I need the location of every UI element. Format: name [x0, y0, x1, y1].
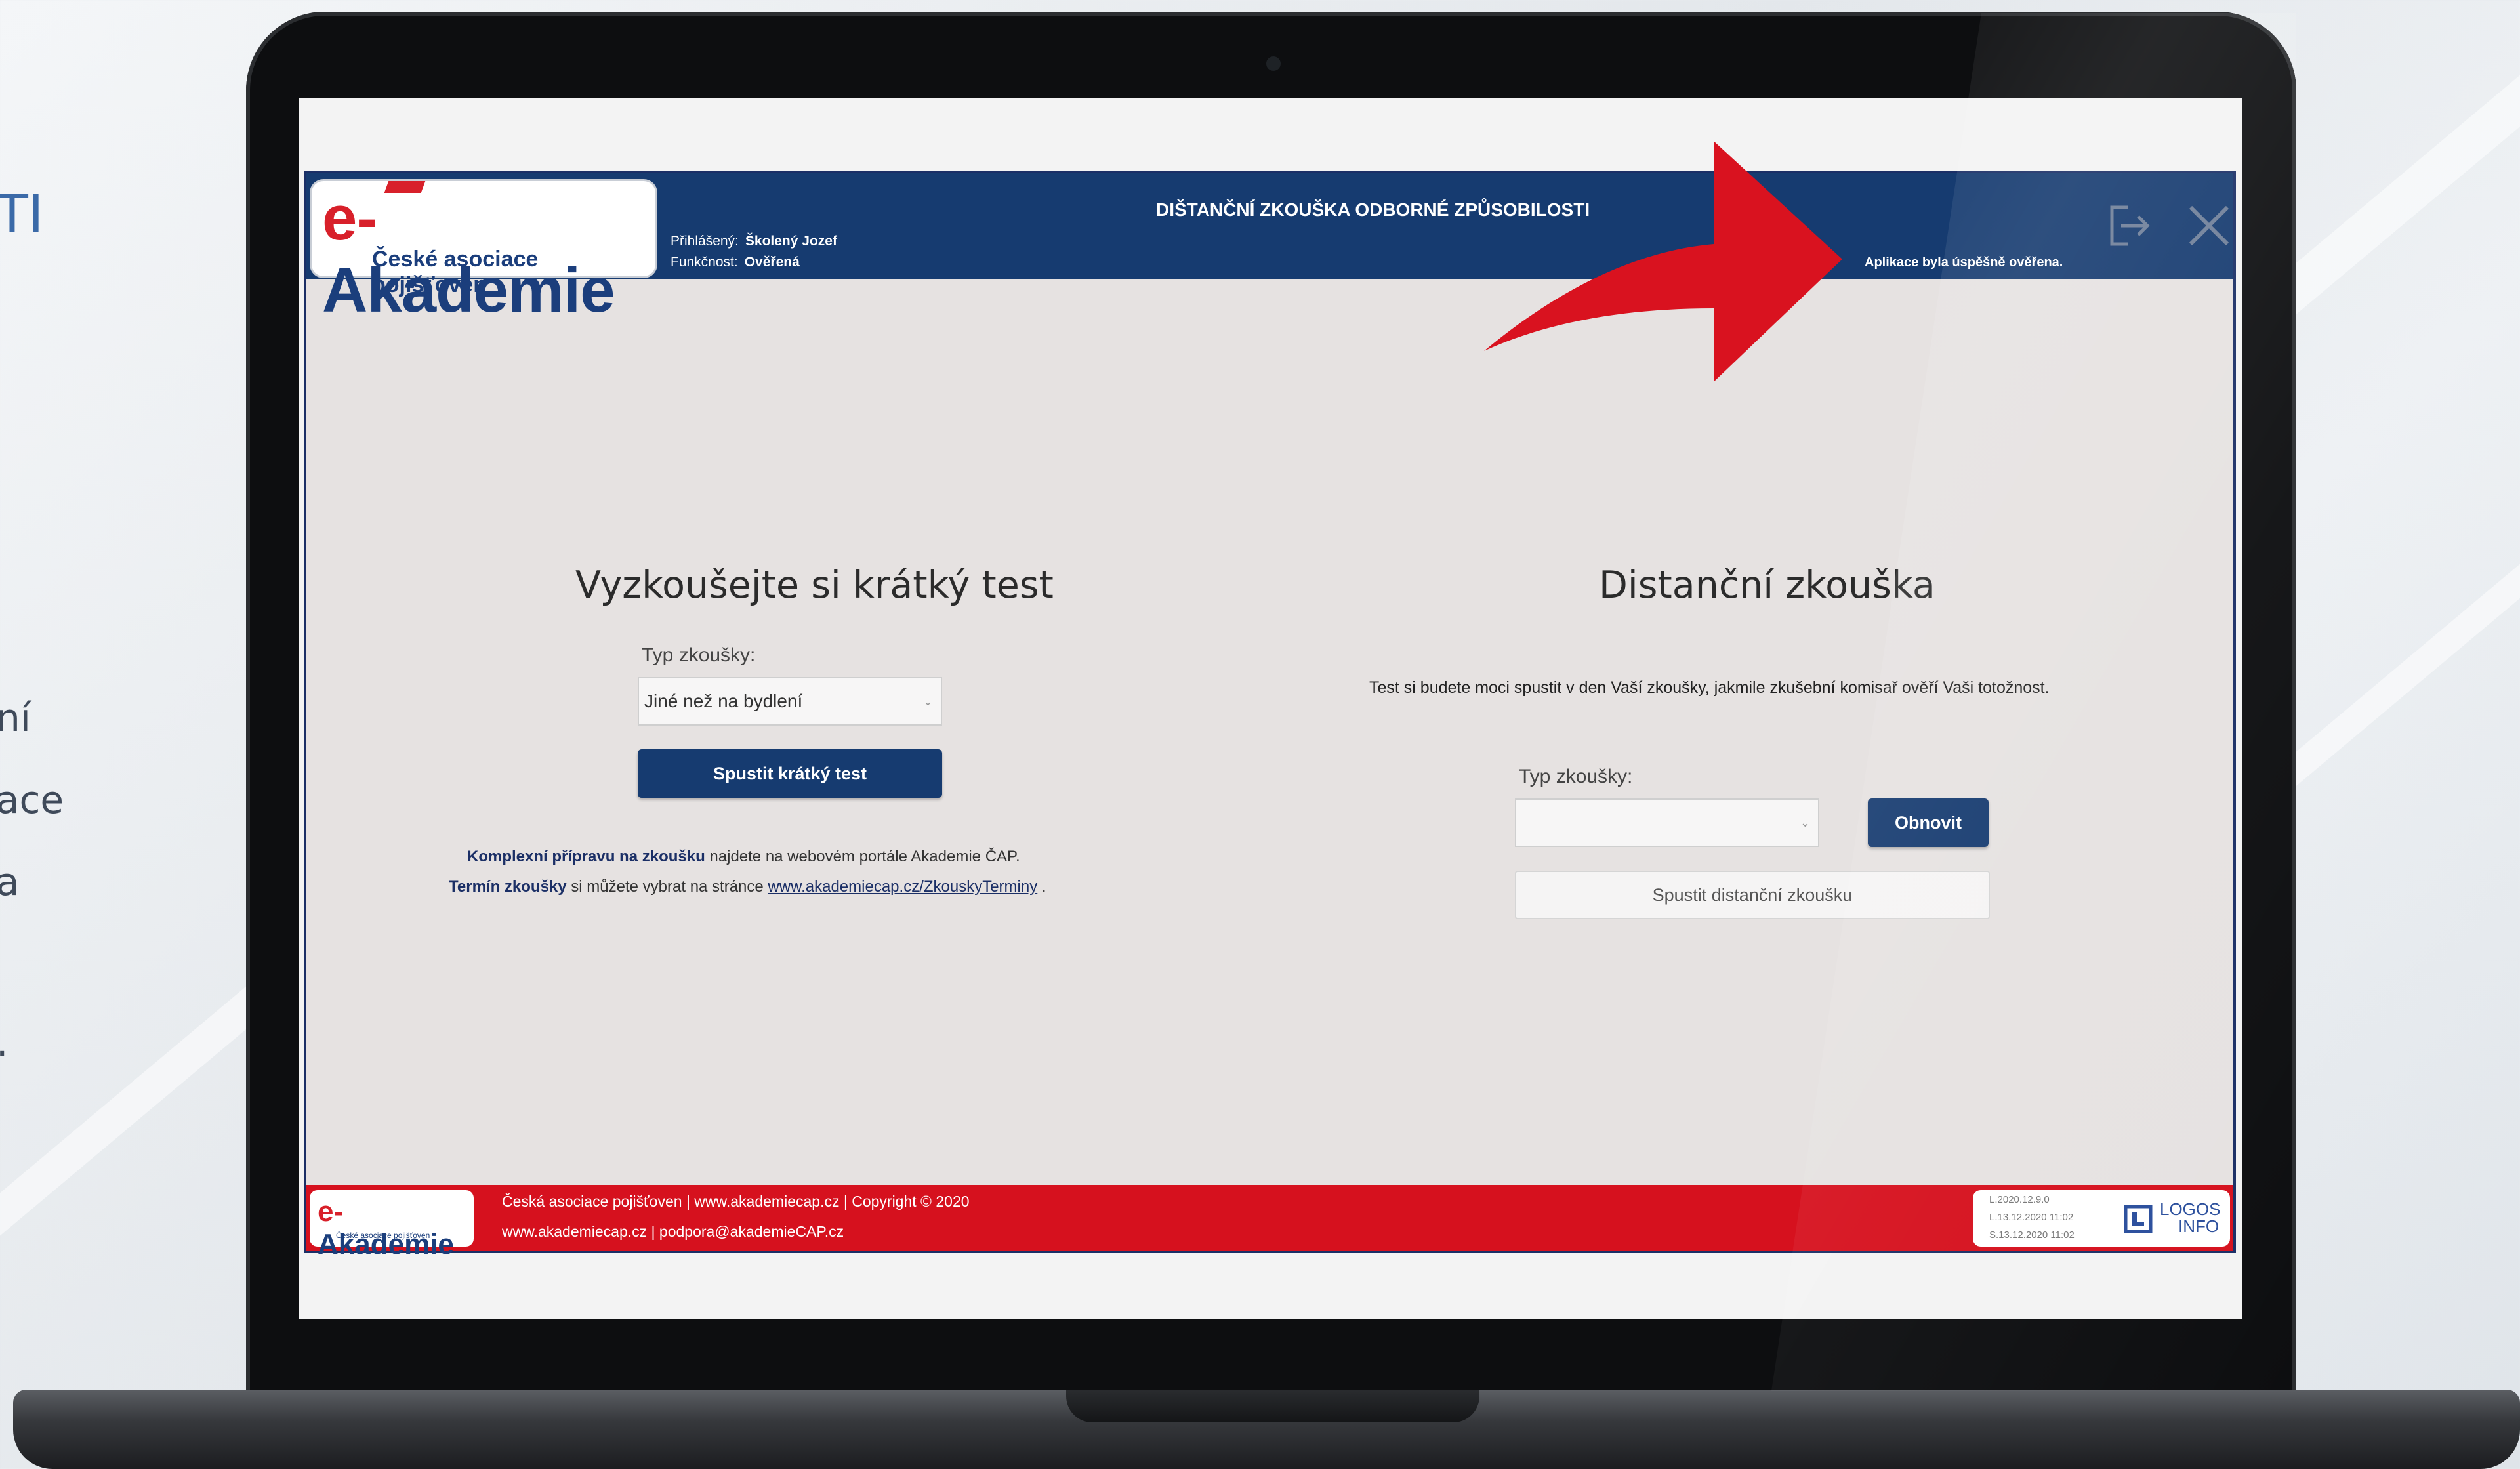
preparation-info: Komplexní přípravu na zkoušku najdete na…: [467, 848, 1020, 866]
user-info: Přihlášený: Školený Jozef Funkčnost: Ověře…: [671, 231, 837, 273]
footer-logo-text: e-Akademie: [318, 1195, 454, 1260]
logout-icon[interactable]: [2104, 199, 2157, 252]
start-distance-exam-button[interactable]: Spustit distanční zkoušku: [1515, 871, 1990, 919]
version-line: L.13.12.2020 11:02: [1989, 1212, 2074, 1223]
vendor-name: LOGOS: [2160, 1199, 2221, 1219]
verification-status: Aplikace byla úspěšně ověřena.: [1865, 255, 2063, 270]
slide-fragment-title: TI: [0, 184, 44, 245]
close-icon[interactable]: [2183, 199, 2235, 252]
laptop-screen: e-Akademie České asociace pojišťoven Při…: [299, 98, 2242, 1319]
role-value: Ověřená: [744, 255, 800, 270]
version-info: L.2020.12.9.0 L.13.12.2020 11:02 S.13.12…: [1973, 1190, 2230, 1247]
footer-contact: www.akademiecap.cz | podpora@akademieCAP…: [502, 1223, 844, 1240]
short-test-type-value: Jiné než na bydlení: [644, 691, 803, 711]
exam-date-info-end: .: [1037, 878, 1046, 896]
short-test-heading: Vyzkoušejte si krátký test: [575, 564, 1054, 607]
user-name: Školený Jozef: [745, 234, 837, 249]
preparation-info-text: najdete na webovém portále Akademie ČAP.: [705, 848, 1020, 865]
graduation-cap-icon: [384, 181, 426, 193]
exam-dates-link[interactable]: www.akademiecap.cz/ZkouskyTerminy: [768, 878, 1037, 896]
user-label: Přihlášený:: [671, 234, 739, 249]
exam-date-info-bold: Termín zkoušky: [449, 878, 567, 896]
distance-exam-description: Test si budete moci spustit v den Vaší z…: [1369, 678, 2050, 697]
footer-logo-subtitle: České asociace pojišťoven: [336, 1231, 430, 1240]
short-test-type-label: Typ zkoušky:: [642, 644, 756, 666]
background-stripe: [2258, 403, 2520, 804]
logos-info-icon: [2124, 1205, 2153, 1233]
exam-date-info: Termín zkoušky si můžete vybrat na strán…: [449, 878, 1046, 896]
app-window: e-Akademie České asociace pojišťoven Při…: [304, 171, 2236, 1260]
distance-exam-heading: Distanční zkouška: [1599, 564, 1935, 607]
footer-logo: e-Akademie České asociace pojišťoven: [310, 1190, 474, 1260]
distance-exam-type-select[interactable]: ⌄: [1515, 798, 1819, 847]
short-test-type-select[interactable]: Jiné než na bydlení ⌄: [638, 677, 942, 726]
e-akademie-logo: e-Akademie České asociace pojišťoven: [312, 181, 655, 325]
slide-fragment: a: [0, 859, 20, 904]
app-footer: e-Akademie České asociace pojišťoven Čes…: [306, 1185, 2233, 1260]
version-line: S.13.12.2020 11:02: [1989, 1230, 2075, 1241]
refresh-button[interactable]: Obnovit: [1868, 798, 1989, 847]
footer-copyright: Česká asociace pojišťoven | www.akademie…: [502, 1193, 970, 1210]
chevron-down-icon: ⌄: [1800, 816, 1810, 829]
page-title: DIŠTANČNÍ ZKOUŠKA ODBORNÉ ZPŮSOBILOSTI: [1156, 199, 1590, 220]
exam-date-info-text: si můžete vybrat na stránce: [566, 878, 768, 896]
distance-exam-type-label: Typ zkoušky:: [1519, 766, 1633, 787]
role-label: Funkčnost:: [671, 255, 738, 270]
slide-fragment: ní: [0, 695, 31, 740]
version-line: L.2020.12.9.0: [1989, 1194, 2050, 1205]
start-short-test-button[interactable]: Spustit krátký test: [638, 749, 942, 798]
slide-fragment: ace: [0, 777, 64, 822]
app-header: e-Akademie České asociace pojišťoven Při…: [306, 173, 2235, 325]
preparation-info-bold: Komplexní přípravu na zkoušku: [467, 848, 705, 865]
camera-icon: [1266, 56, 1281, 71]
vendor-logo-text: LOGOS INFO: [2160, 1201, 2220, 1235]
logo-subtitle: České asociace pojišťoven: [372, 247, 539, 297]
chevron-down-icon: ⌄: [922, 695, 933, 708]
vendor-sub: INFO: [2178, 1216, 2220, 1236]
laptop-notch: [1066, 1390, 1479, 1422]
slide-fragment: .: [0, 1020, 8, 1065]
